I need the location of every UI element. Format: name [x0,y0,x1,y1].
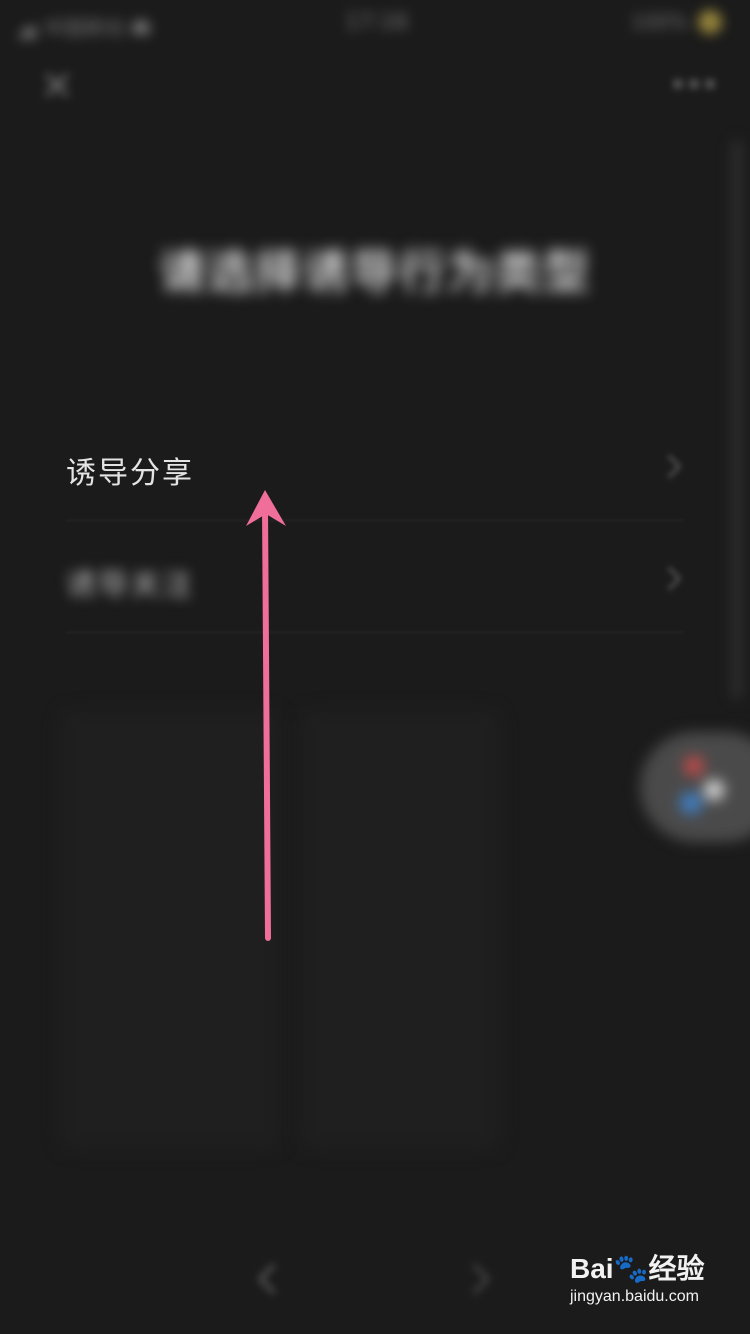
status-bar: 中国移动 17:16 100% [0,0,750,44]
carrier-label: 中国移动 [44,16,124,40]
battery-level: 100% [630,10,688,34]
status-right: 100% [631,10,722,34]
assistant-dot-icon [684,756,704,776]
assistant-dot-icon [704,780,724,800]
divider [66,632,684,633]
watermark-logo: Bai🐾经验 [570,1253,705,1284]
option-label: 诱导关注 [66,568,194,603]
blurred-panel [300,710,500,1150]
chevron-right-icon [657,454,682,479]
status-left: 中国移动 [18,12,150,41]
watermark-url: jingyan.baidu.com [570,1288,699,1305]
back-icon[interactable] [257,1263,289,1295]
baidu-jingyan-watermark: Bai🐾经验 jingyan.baidu.com [570,1252,710,1322]
signal-icon [18,15,36,39]
assistant-dot-icon [680,792,702,814]
option-label: 诱导分享 [66,456,194,491]
option-induced-share[interactable]: 诱导分享 [0,418,750,518]
divider [66,520,684,521]
battery-icon [698,10,722,34]
page-title: 请选择诱导行为类型 [159,245,591,299]
paw-icon: 🐾 [613,1253,649,1284]
wifi-icon [132,19,150,34]
more-icon[interactable] [674,80,716,88]
forward-icon[interactable] [459,1263,491,1295]
arrow-up-icon [246,490,286,941]
floating-assistant-button[interactable] [640,732,750,842]
option-induced-follow[interactable]: 诱导关注 [0,530,750,630]
clock: 17:16 [345,10,409,35]
chevron-right-icon [657,566,682,591]
close-icon[interactable] [42,70,72,100]
